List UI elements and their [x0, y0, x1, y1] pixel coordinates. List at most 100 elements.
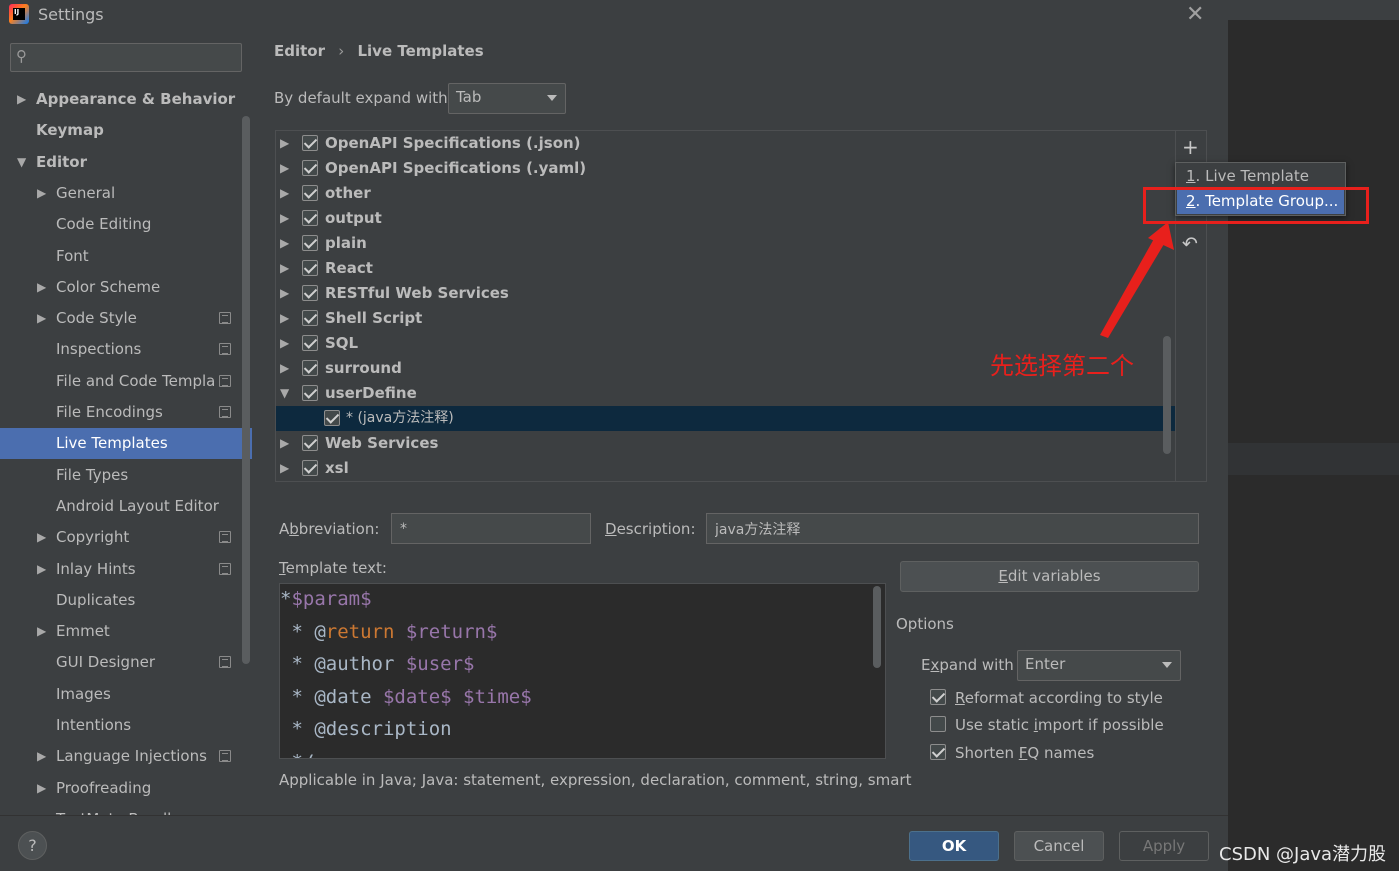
- sidebar-item[interactable]: Inspections: [0, 334, 252, 365]
- revert-icon[interactable]: ↶: [1182, 233, 1198, 255]
- template-enabled-checkbox[interactable]: [302, 210, 318, 226]
- static-import-checkbox[interactable]: [930, 716, 946, 732]
- sidebar-item[interactable]: TextMate Bundles: [0, 804, 252, 815]
- sidebar-item[interactable]: Keymap: [0, 115, 252, 146]
- chevron-right-icon[interactable]: ▶: [280, 181, 289, 206]
- template-enabled-checkbox[interactable]: [302, 260, 318, 276]
- chevron-right-icon[interactable]: ▶: [280, 281, 289, 306]
- template-enabled-checkbox[interactable]: [302, 235, 318, 251]
- sidebar-item[interactable]: Code Editing: [0, 209, 252, 240]
- apply-button[interactable]: Apply: [1119, 831, 1209, 861]
- template-enabled-checkbox[interactable]: [302, 385, 318, 401]
- sidebar-item[interactable]: ▶ General: [0, 178, 252, 209]
- chevron-right-icon[interactable]: ▶: [37, 178, 46, 209]
- sidebar-item[interactable]: ▶ Color Scheme: [0, 272, 252, 303]
- search-input[interactable]: [37, 47, 237, 67]
- edit-variables-button[interactable]: Edit variables: [900, 561, 1199, 592]
- chevron-right-icon[interactable]: ▶: [280, 231, 289, 256]
- sidebar-item[interactable]: ▶ Language Injections: [0, 741, 252, 772]
- chevron-right-icon[interactable]: ▶: [280, 431, 289, 456]
- chevron-right-icon[interactable]: ▶: [37, 773, 46, 804]
- chevron-right-icon[interactable]: ▶: [280, 256, 289, 281]
- cancel-button[interactable]: Cancel: [1014, 831, 1104, 861]
- sidebar-scrollbar[interactable]: [242, 116, 250, 664]
- template-group-row[interactable]: ▶ xsl: [276, 456, 1176, 481]
- sidebar-item[interactable]: Live Templates: [0, 428, 252, 460]
- reformat-checkbox[interactable]: [930, 689, 946, 705]
- sidebar-item[interactable]: GUI Designer: [0, 647, 252, 678]
- template-group-row[interactable]: ▶ output: [276, 206, 1176, 231]
- applicable-contexts[interactable]: Applicable in Java; Java: statement, exp…: [279, 771, 911, 789]
- template-enabled-checkbox[interactable]: [302, 460, 318, 476]
- chevron-right-icon[interactable]: ▶: [37, 303, 46, 334]
- template-enabled-checkbox[interactable]: [302, 360, 318, 376]
- sidebar-item[interactable]: Intentions: [0, 710, 252, 741]
- template-enabled-checkbox[interactable]: [302, 160, 318, 176]
- template-label: userDefine: [325, 384, 417, 402]
- close-icon[interactable]: ✕: [1186, 2, 1204, 27]
- template-group-row[interactable]: ▶ Shell Script: [276, 306, 1176, 331]
- editor-scrollbar[interactable]: [873, 586, 881, 668]
- shorten-fq-checkbox[interactable]: [930, 744, 946, 760]
- sidebar-item[interactable]: File and Code Templa: [0, 366, 252, 397]
- template-group-row[interactable]: ▶ React: [276, 256, 1176, 281]
- sidebar-item[interactable]: ▶ Proofreading: [0, 773, 252, 804]
- chevron-down-icon[interactable]: ▼: [280, 381, 289, 406]
- chevron-right-icon[interactable]: ▶: [37, 554, 46, 585]
- breadcrumb-parent[interactable]: Editor: [274, 42, 325, 60]
- chevron-down-icon[interactable]: ▼: [17, 147, 26, 178]
- chevron-right-icon[interactable]: ▶: [280, 306, 289, 331]
- sidebar-item[interactable]: ▶ Appearance & Behavior: [0, 84, 252, 115]
- chevron-right-icon[interactable]: ▶: [37, 522, 46, 553]
- template-enabled-checkbox[interactable]: [324, 410, 340, 426]
- sidebar-item[interactable]: ▶ Copyright: [0, 522, 252, 553]
- sidebar-item[interactable]: ▶ Code Style: [0, 303, 252, 334]
- description-field[interactable]: [706, 513, 1199, 544]
- template-enabled-checkbox[interactable]: [302, 135, 318, 151]
- code-line: */: [280, 751, 314, 759]
- template-group-row[interactable]: ▶ RESTful Web Services: [276, 281, 1176, 306]
- chevron-right-icon[interactable]: ▶: [280, 356, 289, 381]
- chevron-right-icon[interactable]: ▶: [280, 131, 289, 156]
- default-expand-select[interactable]: Tab: [448, 83, 566, 114]
- add-icon[interactable]: +: [1182, 135, 1199, 159]
- sidebar-item[interactable]: Images: [0, 679, 252, 710]
- menu-item-live-template[interactable]: 1. Live Template: [1177, 164, 1344, 189]
- template-label: output: [325, 209, 382, 227]
- sidebar-item[interactable]: ▶ Inlay Hints: [0, 554, 252, 585]
- template-enabled-checkbox[interactable]: [302, 435, 318, 451]
- template-enabled-checkbox[interactable]: [302, 285, 318, 301]
- sidebar-item[interactable]: File Encodings: [0, 397, 252, 428]
- template-item-row[interactable]: * (java方法注释): [276, 406, 1176, 431]
- chevron-right-icon[interactable]: ▶: [37, 272, 46, 303]
- sidebar-item[interactable]: File Types: [0, 460, 252, 491]
- template-group-row[interactable]: ▶ Web Services: [276, 431, 1176, 456]
- chevron-right-icon[interactable]: ▶: [37, 741, 46, 772]
- templates-scrollbar[interactable]: [1163, 336, 1171, 454]
- expand-with-select[interactable]: Enter: [1017, 650, 1181, 681]
- template-text-editor[interactable]: *$param$ * @return $return$ * @author $u…: [279, 583, 886, 759]
- chevron-right-icon[interactable]: ▶: [280, 206, 289, 231]
- help-button[interactable]: ?: [18, 831, 47, 860]
- chevron-right-icon[interactable]: ▶: [37, 616, 46, 647]
- template-enabled-checkbox[interactable]: [302, 310, 318, 326]
- sidebar-item[interactable]: Android Layout Editor: [0, 491, 252, 522]
- template-group-row[interactable]: ▶ other: [276, 181, 1176, 206]
- ok-button[interactable]: OK: [909, 831, 999, 861]
- chevron-right-icon[interactable]: ▶: [280, 331, 289, 356]
- abbreviation-field[interactable]: [391, 513, 591, 544]
- sidebar-item[interactable]: ▼ Editor: [0, 147, 252, 178]
- template-enabled-checkbox[interactable]: [302, 335, 318, 351]
- template-enabled-checkbox[interactable]: [302, 185, 318, 201]
- sidebar-item[interactable]: Font: [0, 241, 252, 272]
- chevron-right-icon[interactable]: ▶: [17, 84, 26, 115]
- chevron-right-icon[interactable]: ▶: [280, 156, 289, 181]
- sidebar-item[interactable]: Duplicates: [0, 585, 252, 616]
- template-group-row[interactable]: ▶ OpenAPI Specifications (.json): [276, 131, 1176, 156]
- template-group-row[interactable]: ▶ OpenAPI Specifications (.yaml): [276, 156, 1176, 181]
- template-group-row[interactable]: ▶ plain: [276, 231, 1176, 256]
- chevron-right-icon[interactable]: ▶: [280, 456, 289, 481]
- sidebar-item[interactable]: ▶ Emmet: [0, 616, 252, 647]
- template-group-row[interactable]: ▼ userDefine: [276, 381, 1176, 406]
- settings-search[interactable]: ⚲: [10, 43, 242, 72]
